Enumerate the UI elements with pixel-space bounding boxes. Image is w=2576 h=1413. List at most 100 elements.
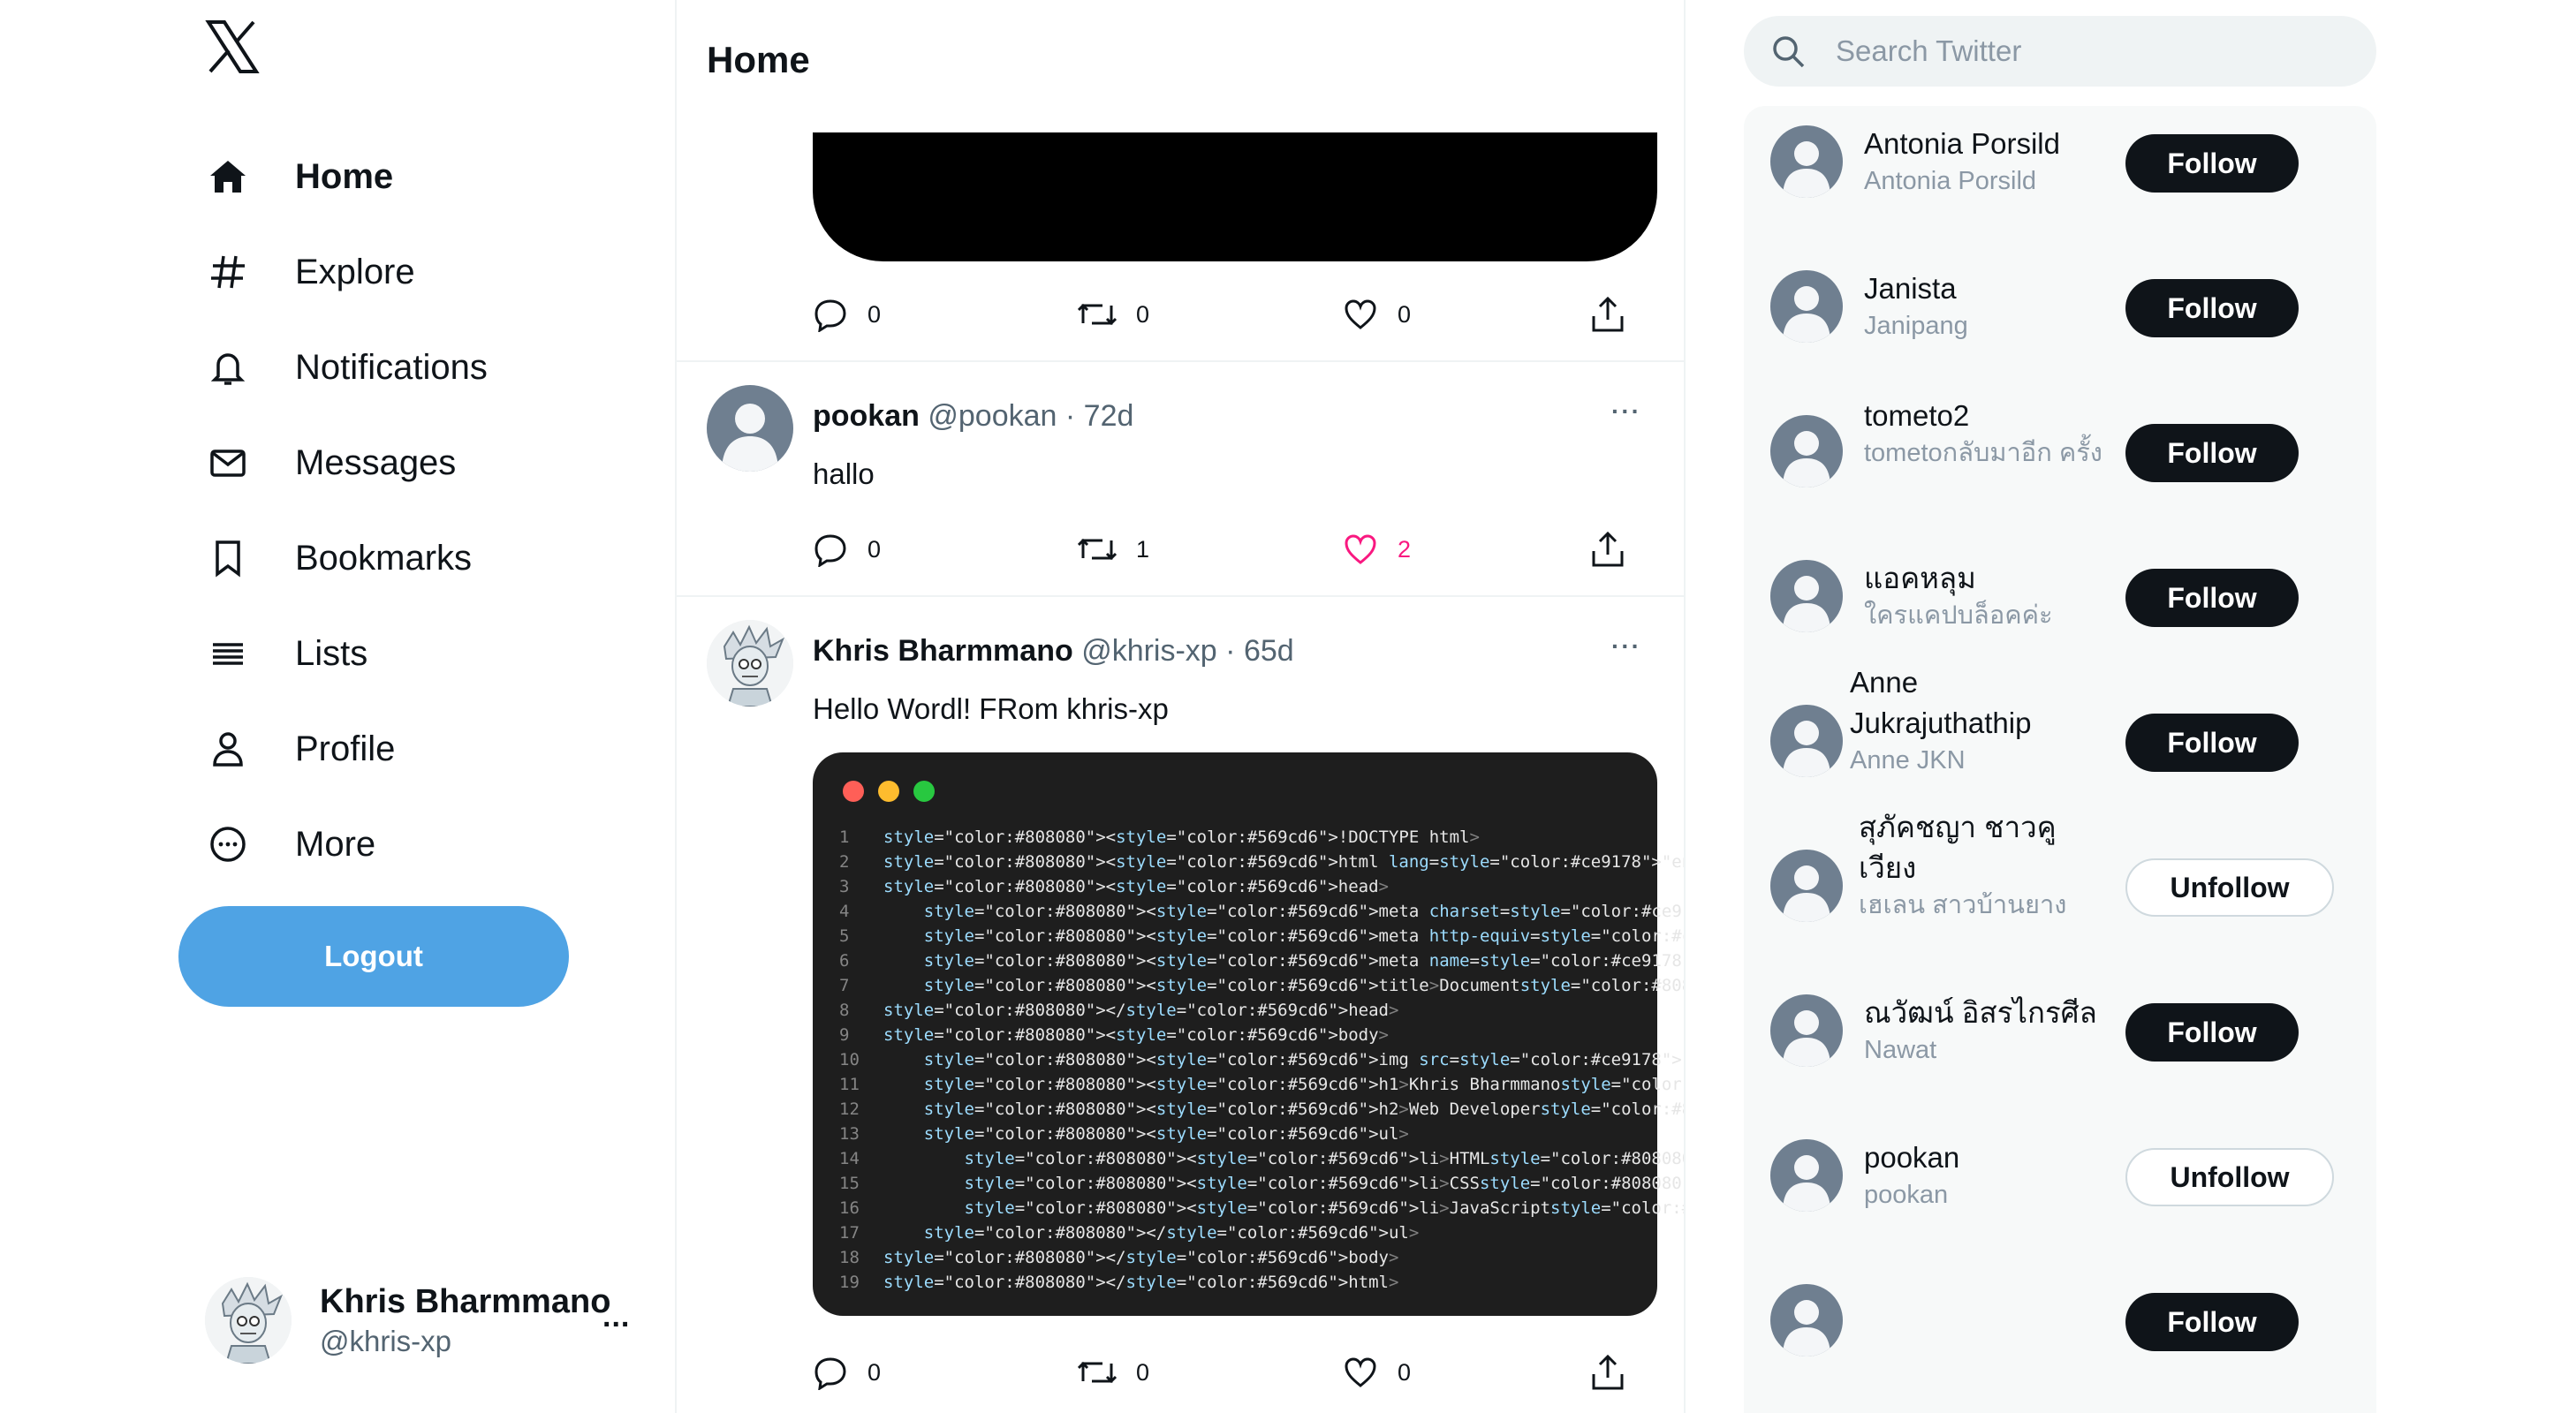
user-name[interactable]: Anne Jukrajuthathip [1850, 662, 2088, 744]
nav-notifications[interactable]: Notifications [205, 320, 488, 415]
follow-button[interactable]: Follow [2125, 279, 2299, 337]
retweet-count: 0 [1136, 300, 1150, 328]
user-name[interactable]: แอคหลุม [1864, 558, 2102, 599]
nav-home[interactable]: Home [205, 129, 488, 224]
tweet-more-button[interactable]: ··· [1611, 397, 1641, 426]
avatar[interactable] [1770, 415, 1843, 487]
code-snippet-image[interactable]: 1 style="color:#808080"><style="color:#56… [813, 752, 1684, 1316]
avatar[interactable] [707, 620, 793, 706]
reply-action[interactable]: 0 [813, 1353, 881, 1392]
tweet-author-name[interactable]: pookan [813, 399, 920, 433]
reply-count: 0 [868, 300, 882, 328]
user-handle: pookan [1864, 1181, 1949, 1209]
avatar[interactable] [1770, 1139, 1843, 1212]
unfollow-button[interactable]: Unfollow [2125, 1148, 2334, 1206]
avatar[interactable] [1770, 270, 1843, 343]
tweet-separator: · [1225, 634, 1236, 668]
follow-button[interactable]: Follow [2125, 569, 2299, 627]
suggested-user: ณวัฒน์ อิสรไกรศีล Nawat Follow [1744, 975, 2376, 1120]
code-text: style="color:#808080"><style="color:#569… [923, 926, 1684, 946]
like-count: 2 [1398, 535, 1412, 563]
code-line: 13 style="color:#808080"><style="color:#… [839, 1122, 1684, 1146]
nav-notifications-label: Notifications [295, 347, 488, 387]
user-name[interactable]: สุภัคชญา ชาวคู เวียง [1859, 807, 2097, 888]
share-icon[interactable] [1590, 295, 1625, 338]
user-handle: Antonia Porsild [1864, 167, 2037, 195]
search-bar[interactable] [1744, 16, 2376, 87]
tweet-more-button[interactable]: ··· [1611, 632, 1641, 661]
avatar [205, 1277, 292, 1364]
avatar[interactable] [1770, 850, 1843, 922]
user-name[interactable]: tometo2 [1864, 396, 2102, 436]
code-lines: 1 style="color:#808080"><style="color:#56… [839, 825, 1684, 1295]
follow-button[interactable]: Follow [2125, 714, 2299, 772]
user-handle: เฮเลน สาวบ้านยาง [1859, 891, 2067, 919]
like-action[interactable]: 0 [1343, 295, 1411, 334]
current-user-info: Khris Bharmmano @khris-xp [320, 1283, 610, 1358]
code-line: 6 style="color:#808080"><style="color:#5… [839, 948, 1684, 973]
share-icon[interactable] [1590, 530, 1625, 573]
nav-explore-label: Explore [295, 252, 415, 291]
follow-button[interactable]: Follow [2125, 1003, 2299, 1062]
person-icon [205, 726, 251, 772]
x-logo-icon[interactable] [205, 19, 260, 74]
code-text: style="color:#808080"><style="color:#569… [923, 1124, 1409, 1144]
retweet-action[interactable]: 1 [1078, 530, 1149, 569]
user-name[interactable]: Antonia Porsild [1864, 124, 2102, 164]
nav-messages[interactable]: Messages [205, 415, 488, 510]
user-name[interactable]: Janista [1864, 268, 2102, 309]
tweet-item[interactable]: pookan @pookan · 72d ··· hallo 0 1 2 [677, 362, 1684, 595]
code-text: style="color:#808080"></style="color:#56… [923, 1223, 1420, 1243]
like-action[interactable]: 0 [1343, 1353, 1411, 1392]
retweet-action[interactable]: 0 [1078, 1353, 1149, 1392]
bookmark-icon [205, 535, 251, 581]
post-media-image[interactable] [813, 132, 1657, 261]
follow-button[interactable]: Follow [2125, 424, 2299, 482]
current-user-card[interactable]: Khris Bharmmano @khris-xp [205, 1277, 610, 1364]
nav-lists-label: Lists [295, 633, 368, 673]
nav-profile[interactable]: Profile [205, 701, 488, 797]
avatar[interactable] [707, 385, 793, 472]
nav-more[interactable]: More [205, 797, 488, 892]
nav-explore[interactable]: Explore [205, 224, 488, 320]
suggested-user: pookan pookan Unfollow [1744, 1120, 2376, 1265]
line-number: 11 [839, 1075, 860, 1094]
tweet-actions: 0 1 2 [813, 530, 1625, 569]
logout-button[interactable]: Logout [178, 906, 569, 1007]
unfollow-button[interactable]: Unfollow [2125, 858, 2334, 917]
avatar[interactable] [1770, 994, 1843, 1067]
avatar[interactable] [1770, 1284, 1843, 1356]
retweet-action[interactable]: 0 [1078, 295, 1149, 334]
nav-bookmarks[interactable]: Bookmarks [205, 510, 488, 606]
maximize-dot [913, 781, 935, 802]
code-text: style="color:#808080"><style="color:#569… [923, 902, 1684, 921]
line-number: 14 [839, 1149, 860, 1168]
like-count: 0 [1398, 300, 1412, 328]
follow-button[interactable]: Follow [2125, 1293, 2299, 1351]
user-text: tometo2 tometoกลับมาอีก ครั้ง [1864, 396, 2102, 470]
like-action[interactable]: 2 [1343, 530, 1411, 569]
tweet-author-name[interactable]: Khris Bharmmano [813, 634, 1073, 668]
nav-lists[interactable]: Lists [205, 606, 488, 701]
user-name[interactable]: pookan [1864, 1137, 2102, 1178]
tweet-author-handle[interactable]: @pookan [928, 399, 1057, 433]
tweet-author-handle[interactable]: @khris-xp [1081, 634, 1217, 668]
user-handle: Nawat [1864, 1036, 1937, 1064]
avatar[interactable] [1770, 125, 1843, 198]
reply-action[interactable]: 0 [813, 530, 881, 569]
search-input[interactable] [1836, 34, 2330, 68]
avatar[interactable] [1770, 560, 1843, 632]
account-menu-dots[interactable]: ... [602, 1300, 630, 1334]
heart-icon [1345, 299, 1376, 329]
code-line: 18 style="color:#808080"></style="color:#… [839, 1245, 1684, 1270]
code-text: style="color:#808080"><style="color:#569… [964, 1149, 1684, 1168]
code-line: 4 style="color:#808080"><style="color:#5… [839, 899, 1684, 924]
line-number: 16 [839, 1198, 860, 1218]
avatar[interactable] [1770, 705, 1843, 777]
user-name[interactable]: ณวัฒน์ อิสรไกรศีล [1864, 993, 2102, 1033]
follow-button[interactable]: Follow [2125, 134, 2299, 193]
reply-action[interactable]: 0 [813, 295, 881, 334]
nav-profile-label: Profile [295, 729, 396, 768]
user-text: แอคหลุม ใครแคปบล็อคค่ะ [1864, 558, 2102, 632]
share-icon[interactable] [1590, 1353, 1625, 1396]
